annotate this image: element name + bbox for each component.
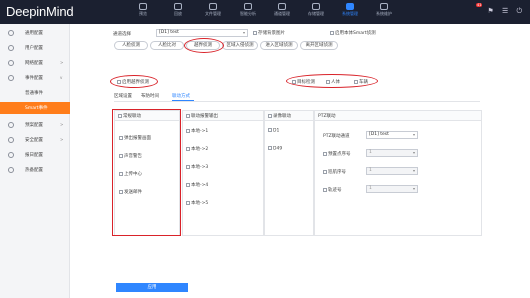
subtab-linkage[interactable]: 联动方式 [172,93,190,99]
ptz-linkage-title: PTZ联动 [318,114,336,119]
chevron-down-icon: ▾ [412,168,415,173]
sidebar-item-user[interactable]: 用户配置 [0,42,70,54]
sidebar-item-event[interactable]: 事件配置 v [0,72,70,84]
network-icon [8,60,14,66]
chevron-down-icon: ▾ [412,150,415,155]
chevron-right-icon: > [60,137,64,142]
tab-region-entrance[interactable]: 进入区域侦测 [260,41,298,50]
sidebar-item-network[interactable]: 网络配置 > [0,57,70,69]
highlight-rect-regular [112,109,181,236]
cruise-checkbox[interactable]: 巡航序号 [323,169,346,175]
preset-select[interactable]: 1 ▾ [366,149,418,157]
sidebar-item-hotbackup[interactable]: 热备配置 [0,164,70,176]
nav-playback[interactable]: 回放 [163,2,193,24]
preview-icon [139,3,147,10]
cruise-select[interactable]: 1 ▾ [366,167,418,175]
top-bar: DeepinMind 预览 回放 文件管理 智能分析 通道管理 存储管理 系统管… [0,0,530,24]
chevron-right-icon: > [60,60,64,65]
panel-ptz-linkage: PTZ联动 PTZ联动通道 [D1] test ▾ 预置点序号 1 ▾ 巡航序号… [314,110,482,236]
sidebar-item-general[interactable]: 通用配置 [0,27,70,39]
channel-select[interactable]: [D1] test ▾ [156,29,248,37]
storage-icon [312,3,320,10]
sidebar: 通用配置 用户配置 网络配置 > 事件配置 v 普通事件 Smart事件 预案配… [0,24,70,298]
highlight-oval-enable [110,75,158,88]
maintenance-icon [380,3,388,10]
tab-face-compare[interactable]: 人脸比对 [150,41,184,50]
highlight-oval-tab [184,38,224,53]
preset-checkbox[interactable]: 预置点序号 [323,151,351,157]
enable-smart-checkbox[interactable]: 启用本体Smart侦测 [330,30,376,36]
user-icon [8,45,14,51]
nav-preview[interactable]: 预览 [128,2,158,24]
alarm-output-3-checkbox[interactable]: 本地->3 [186,164,208,170]
subtab-schedule[interactable]: 布防时间 [141,93,159,99]
analysis-icon [244,3,252,10]
ptz-channel-select[interactable]: [D1] test ▾ [366,131,418,139]
sidebar-item-smart-event[interactable]: Smart事件 [0,102,70,114]
log-icon [8,152,14,158]
power-icon[interactable]: ⏻ [516,7,522,15]
track-select[interactable]: 1 ▾ [366,185,418,193]
chevron-right-icon: > [60,122,64,127]
settings-icon [8,30,14,36]
alarm-output-2-checkbox[interactable]: 本地->2 [186,146,208,152]
nav-system[interactable]: 系统管理 [335,2,365,24]
file-icon [209,3,217,10]
logo: DeepinMind [6,4,74,19]
track-checkbox[interactable]: 轨迹号 [323,187,342,193]
record-d49-checkbox[interactable]: D49 [268,146,282,152]
nav-channel[interactable]: 通道管理 [267,2,297,24]
save-image-checkbox[interactable]: 存储背景图片 [253,30,285,36]
alarm-output-5-checkbox[interactable]: 本地->5 [186,200,208,206]
record-linkage-all-checkbox[interactable]: 录像联动 [268,113,291,119]
window-controls: ⚑ ☰ ⏻ [487,7,522,16]
sidebar-item-security[interactable]: 安全配置 > [0,134,70,146]
notification-badge: 41 [476,3,483,7]
subtab-region[interactable]: 区域设置 [114,93,132,99]
channel-icon [278,3,286,10]
sidebar-item-plan[interactable]: 预案配置 > [0,119,70,131]
panel-record-linkage: 录像联动 D1 D49 [264,110,314,236]
event-icon [8,75,14,81]
subtab-divider [114,101,480,102]
chevron-down-icon: ▾ [412,132,415,137]
alarm-output-all-checkbox[interactable]: 联动报警输出 [186,113,218,119]
chevron-down-icon: ▾ [412,186,415,191]
alarm-icon[interactable]: ⚑ [487,7,493,15]
channel-label: 通道选择 [113,32,131,37]
nav-maintenance[interactable]: 系统维护 [369,2,399,24]
tab-region-exit[interactable]: 离开区域侦测 [300,41,338,50]
plan-icon [8,122,14,128]
system-icon [346,3,354,10]
chevron-down-icon: ▾ [242,30,245,35]
hotbackup-icon [8,167,14,173]
security-icon [8,137,14,143]
tab-face-detection[interactable]: 人脸侦测 [114,41,148,50]
chevron-down-icon: v [60,75,63,80]
apply-button[interactable]: 应用 [116,283,188,292]
highlight-oval-target [286,74,378,88]
alarm-output-1-checkbox[interactable]: 本地->1 [186,128,208,134]
nav-analysis[interactable]: 智能分析 [233,2,263,24]
sidebar-item-normal-event[interactable]: 普通事件 [0,87,70,99]
nav-file[interactable]: 文件管理 [198,2,228,24]
nav-storage[interactable]: 存储管理 [301,2,331,24]
ptz-channel-label: PTZ联动通道 [323,134,350,139]
record-d1-checkbox[interactable]: D1 [268,128,279,134]
playback-icon [174,3,182,10]
panel-alarm-output: 联动报警输出 本地->1 本地->2 本地->3 本地->4 本地->5 [182,110,264,236]
sidebar-item-log[interactable]: 报日配置 [0,149,70,161]
tab-intrusion[interactable]: 区域入侵侦测 [222,41,258,50]
menu-icon[interactable]: ☰ [502,7,508,15]
main-content: 通道选择 [D1] test ▾ 存储背景图片 启用本体Smart侦测 人脸侦测… [70,24,530,298]
alarm-output-4-checkbox[interactable]: 本地->4 [186,182,208,188]
